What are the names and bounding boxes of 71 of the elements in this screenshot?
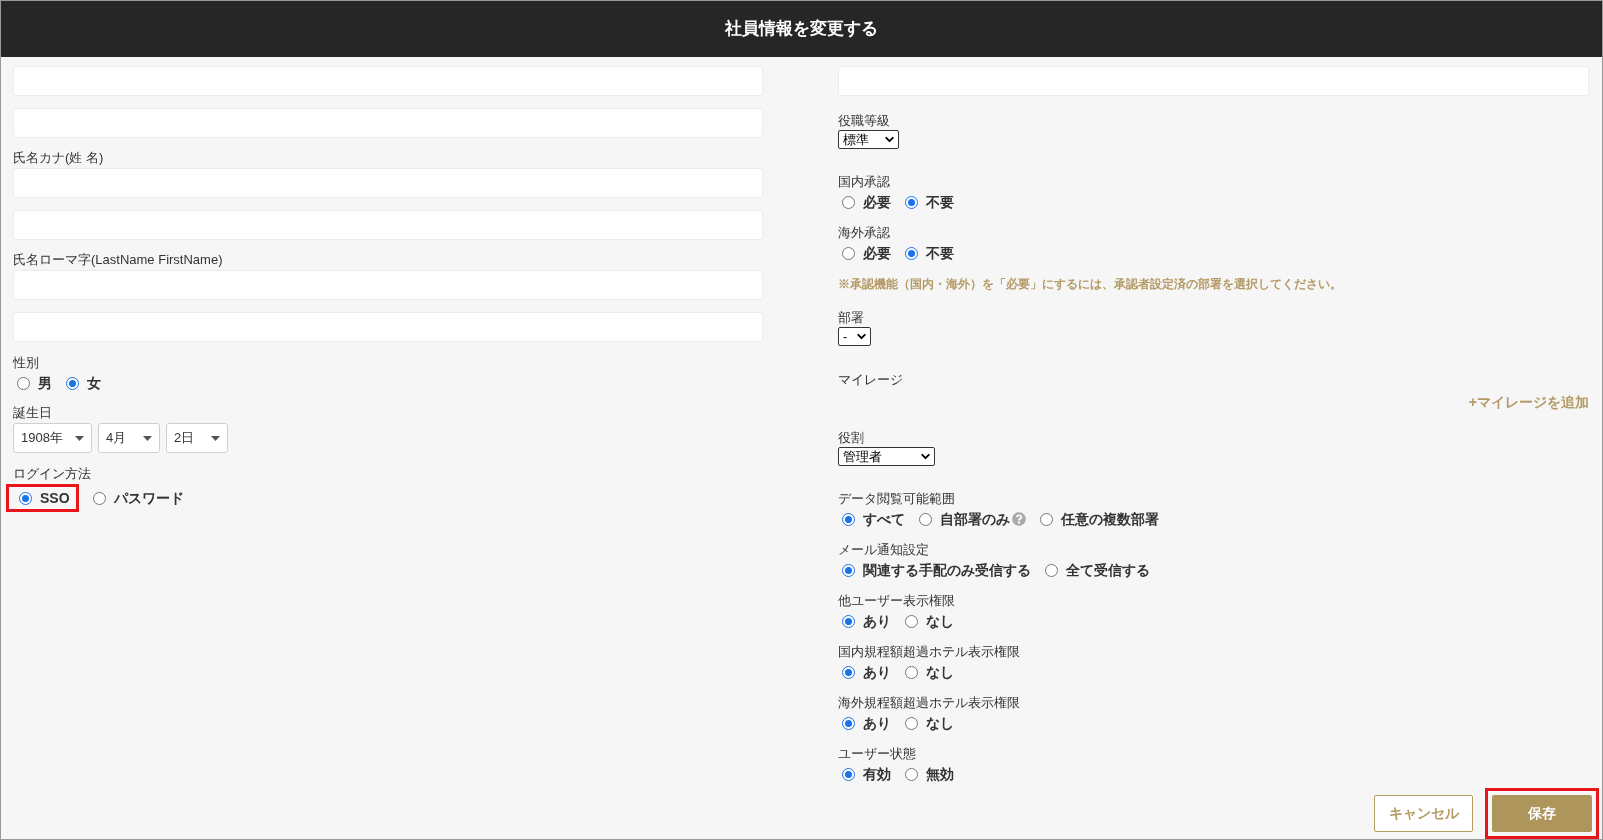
radio-button[interactable] [842, 614, 855, 628]
field-label: 氏名ローマ字(LastName FirstName) [13, 252, 223, 268]
radio-button[interactable] [842, 665, 855, 679]
help-icon[interactable] [1012, 512, 1026, 526]
select-box[interactable]: 標準 [838, 130, 899, 149]
select-box[interactable]: - [838, 327, 871, 346]
radio-button[interactable] [919, 512, 932, 526]
radio-label[interactable]: 関連する手配のみ受信する [863, 560, 1031, 580]
field-label: ユーザー状態 [838, 746, 916, 762]
field-label: 国内承認 [838, 174, 890, 190]
radio-button[interactable] [905, 665, 918, 679]
radio-button[interactable] [905, 716, 918, 730]
field-label: 海外規程額超過ホテル表示権限 [838, 695, 1020, 711]
field-label: 役割 [838, 430, 864, 446]
radio-button[interactable] [19, 491, 32, 505]
radio-label[interactable]: 無効 [926, 764, 954, 784]
dropdown[interactable]: 4月 [98, 423, 160, 453]
radio-button[interactable] [905, 195, 918, 209]
field-label: 部署 [838, 310, 864, 326]
field-label: 性別 [13, 355, 39, 371]
field-label: ログイン方法 [13, 466, 91, 482]
radio-label[interactable]: 男 [38, 373, 52, 393]
caret-icon [143, 435, 152, 441]
radio-label[interactable]: 必要 [863, 192, 891, 212]
radio-button[interactable] [842, 195, 855, 209]
radio-label[interactable]: 自部署のみ [940, 509, 1010, 529]
radio-label[interactable]: 有効 [863, 764, 891, 784]
field-label: 国内規程額超過ホテル表示権限 [838, 644, 1020, 660]
radio-label[interactable]: 全て受信する [1066, 560, 1150, 580]
radio-label[interactable]: あり [863, 611, 891, 631]
radio-button[interactable] [842, 512, 855, 526]
caret-icon [211, 435, 220, 441]
note-text: ※承認機能（国内・海外）を「必要」にするには、承認者設定済の部署を選択してください。 [838, 276, 1343, 293]
radio-button[interactable] [905, 767, 918, 781]
field-label: 他ユーザー表示権限 [838, 593, 955, 609]
radio-label[interactable]: 女 [87, 373, 101, 393]
radio-label[interactable]: 任意の複数部署 [1061, 509, 1159, 529]
radio-button[interactable] [905, 246, 918, 260]
field-label: 氏名カナ(姓 名) [13, 150, 104, 166]
field-label: 海外承認 [838, 225, 890, 241]
radio-button[interactable] [842, 563, 855, 577]
radio-label[interactable]: パスワード [113, 488, 184, 508]
field-label: データ閲覧可能範囲 [838, 491, 955, 507]
field-label: メール通知設定 [838, 542, 929, 558]
radio-label[interactable]: あり [863, 662, 891, 682]
radio-button[interactable] [92, 491, 106, 505]
radio-label[interactable]: SSO [40, 488, 70, 508]
radio-button[interactable] [842, 767, 855, 781]
radio-button[interactable] [905, 614, 918, 628]
radio-button[interactable] [842, 246, 855, 260]
radio-button[interactable] [66, 376, 79, 390]
radio-label[interactable]: なし [926, 611, 954, 631]
dropdown[interactable]: 1908年 [13, 423, 92, 453]
caret-icon [75, 435, 84, 441]
dialog-title: 社員情報を変更する [725, 18, 878, 41]
radio-label[interactable]: 不要 [926, 192, 954, 212]
radio-label[interactable]: なし [926, 713, 954, 733]
radio-button[interactable] [842, 716, 855, 730]
select-box[interactable]: 管理者 [838, 447, 935, 466]
radio-button[interactable] [17, 376, 30, 390]
radio-label[interactable]: あり [863, 713, 891, 733]
field-label: 誕生日 [13, 405, 52, 421]
radio-label[interactable]: すべて [863, 509, 905, 529]
radio-button[interactable] [1040, 512, 1053, 526]
field-label: マイレージ [838, 372, 903, 388]
field-label: 役職等級 [838, 113, 890, 129]
dropdown[interactable]: 2日 [166, 423, 228, 453]
radio-label[interactable]: 必要 [863, 243, 891, 263]
radio-label[interactable]: 不要 [926, 243, 954, 263]
radio-button[interactable] [1045, 563, 1058, 577]
radio-label[interactable]: なし [926, 662, 954, 682]
